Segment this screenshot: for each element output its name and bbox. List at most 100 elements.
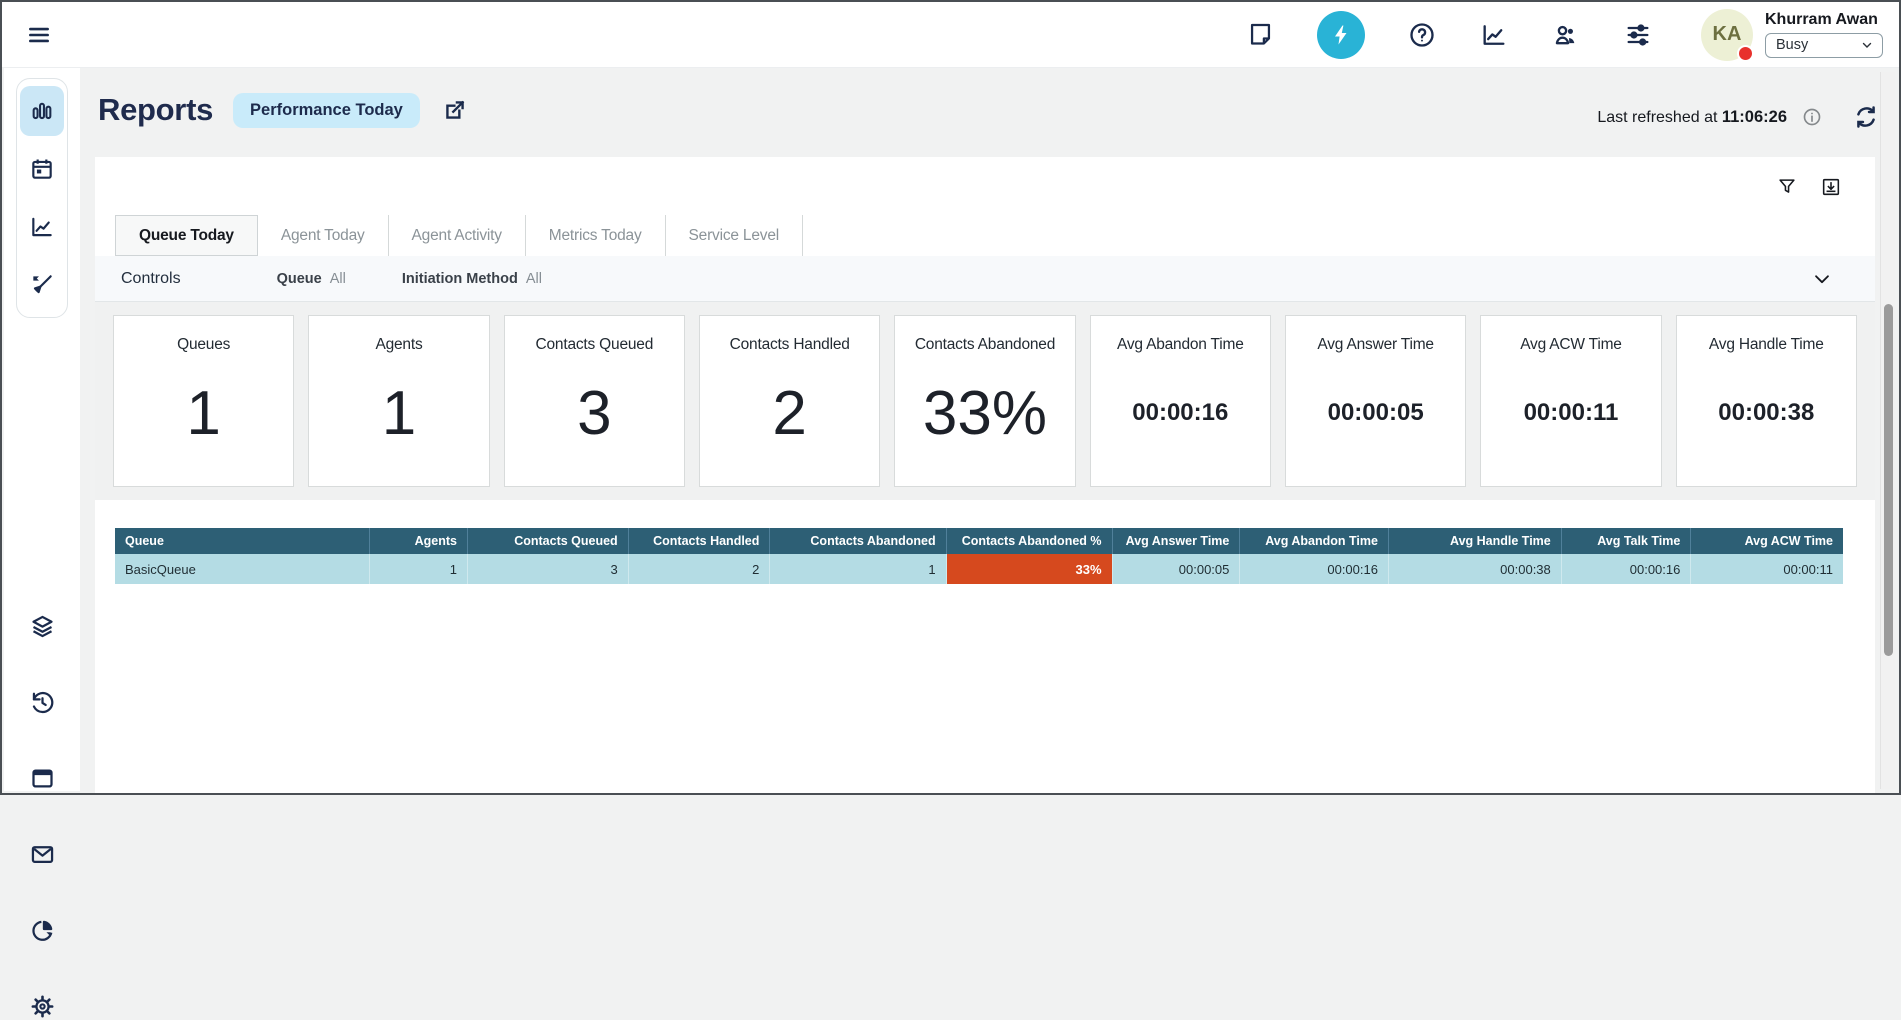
card-value: 00:00:05 bbox=[1328, 354, 1424, 486]
scrollbar-thumb[interactable] bbox=[1884, 304, 1893, 656]
col-contacts-abandoned-pct[interactable]: Contacts Abandoned % bbox=[946, 528, 1112, 554]
summary-cards: Queues 1 Agents 1 Contacts Queued 3 Cont… bbox=[95, 302, 1875, 500]
card-agents[interactable]: Agents 1 bbox=[308, 315, 489, 487]
col-contacts-abandoned[interactable]: Contacts Abandoned bbox=[770, 528, 946, 554]
app-window: { "header": { "user": { "initials": "KA"… bbox=[0, 0, 1901, 795]
avatar-initials: KA bbox=[1713, 23, 1742, 46]
col-contacts-handled[interactable]: Contacts Handled bbox=[628, 528, 770, 554]
card-contacts-handled[interactable]: Contacts Handled 2 bbox=[699, 315, 880, 487]
filter-icon[interactable] bbox=[1775, 175, 1799, 199]
card-contacts-abandoned[interactable]: Contacts Abandoned 33% bbox=[894, 315, 1075, 487]
sidebar-item-schedule[interactable] bbox=[20, 141, 64, 197]
refresh-icon[interactable] bbox=[1851, 102, 1881, 132]
col-avg-handle-time[interactable]: Avg Handle Time bbox=[1388, 528, 1561, 554]
metrics-chart-icon[interactable] bbox=[1479, 20, 1509, 50]
help-icon[interactable] bbox=[1407, 20, 1437, 50]
controls-collapse-chevron-icon[interactable] bbox=[1811, 268, 1833, 290]
panel-toolbar bbox=[95, 157, 1875, 207]
window-icon[interactable] bbox=[28, 764, 56, 792]
status-select-value: Busy bbox=[1776, 37, 1808, 53]
layers-icon[interactable] bbox=[28, 612, 56, 640]
user-name: Khurram Awan bbox=[1765, 11, 1883, 29]
col-queue[interactable]: Queue bbox=[115, 528, 369, 554]
report-tabs: Queue Today Agent Today Agent Activity M… bbox=[115, 215, 1875, 256]
header-actions: KA Khurram Awan Busy bbox=[1245, 9, 1883, 61]
users-icon[interactable] bbox=[1551, 20, 1581, 50]
cell-avg-handle-time: 00:00:38 bbox=[1388, 554, 1561, 584]
card-avg-handle-time[interactable]: Avg Handle Time 00:00:38 bbox=[1676, 315, 1857, 487]
col-avg-abandon-time[interactable]: Avg Abandon Time bbox=[1240, 528, 1389, 554]
brush-icon bbox=[29, 272, 55, 298]
queue-filter-label: Queue bbox=[277, 271, 322, 287]
card-avg-abandon-time[interactable]: Avg Abandon Time 00:00:16 bbox=[1090, 315, 1271, 487]
table-header-row: Queue Agents Contacts Queued Contacts Ha… bbox=[115, 528, 1843, 554]
card-value: 00:00:38 bbox=[1718, 354, 1814, 486]
queue-table: Queue Agents Contacts Queued Contacts Ha… bbox=[115, 528, 1843, 584]
report-panel: Queue Today Agent Today Agent Activity M… bbox=[95, 157, 1875, 793]
tab-queue-today[interactable]: Queue Today bbox=[115, 215, 258, 256]
lightning-icon[interactable] bbox=[1317, 11, 1365, 59]
col-agents[interactable]: Agents bbox=[369, 528, 467, 554]
status-select[interactable]: Busy bbox=[1765, 33, 1883, 58]
initiation-method-filter[interactable]: Initiation Method All bbox=[402, 271, 542, 287]
card-value: 1 bbox=[382, 354, 416, 486]
initiation-method-filter-value: All bbox=[526, 271, 542, 287]
cell-avg-abandon-time: 00:00:16 bbox=[1240, 554, 1389, 584]
col-avg-acw-time[interactable]: Avg ACW Time bbox=[1691, 528, 1843, 554]
status-dot bbox=[1737, 45, 1754, 62]
user-meta: Khurram Awan Busy bbox=[1765, 9, 1883, 58]
card-value: 3 bbox=[577, 354, 611, 486]
sliders-icon[interactable] bbox=[1623, 20, 1653, 50]
card-label: Queues bbox=[177, 336, 230, 354]
queue-filter[interactable]: Queue All bbox=[277, 271, 346, 287]
queue-filter-value: All bbox=[330, 271, 346, 287]
chevron-down-icon bbox=[1860, 38, 1874, 52]
controls-title: Controls bbox=[121, 270, 181, 288]
card-label: Avg ACW Time bbox=[1520, 336, 1622, 354]
card-label: Agents bbox=[375, 336, 422, 354]
gear-icon[interactable] bbox=[28, 992, 56, 1020]
refresh-row: Last refreshed at 11:06:26 bbox=[1597, 102, 1881, 132]
note-icon[interactable] bbox=[1245, 20, 1275, 50]
card-avg-answer-time[interactable]: Avg Answer Time 00:00:05 bbox=[1285, 315, 1466, 487]
cell-agents: 1 bbox=[369, 554, 467, 584]
card-avg-acw-time[interactable]: Avg ACW Time 00:00:11 bbox=[1480, 315, 1661, 487]
sidebar-bottom-group bbox=[4, 318, 80, 1020]
col-contacts-queued[interactable]: Contacts Queued bbox=[468, 528, 629, 554]
info-icon[interactable] bbox=[1801, 106, 1823, 128]
cell-queue: BasicQueue bbox=[115, 554, 369, 584]
initiation-method-filter-label: Initiation Method bbox=[402, 271, 518, 287]
external-link-icon[interactable] bbox=[440, 95, 470, 125]
avatar[interactable]: KA bbox=[1701, 9, 1753, 61]
col-avg-answer-time[interactable]: Avg Answer Time bbox=[1112, 528, 1240, 554]
last-refreshed-text: Last refreshed at 11:06:26 bbox=[1597, 108, 1787, 127]
cell-contacts-handled: 2 bbox=[628, 554, 770, 584]
download-icon[interactable] bbox=[1819, 175, 1843, 199]
hamburger-menu-icon[interactable] bbox=[24, 20, 54, 50]
sidebar-item-reports[interactable] bbox=[20, 86, 64, 136]
scrollbar-track[interactable] bbox=[1880, 72, 1895, 789]
card-queues[interactable]: Queues 1 bbox=[113, 315, 294, 487]
card-value: 00:00:11 bbox=[1524, 354, 1619, 486]
mail-icon[interactable] bbox=[28, 840, 56, 868]
line-chart-icon bbox=[29, 214, 55, 240]
card-value: 00:00:16 bbox=[1132, 354, 1228, 486]
card-contacts-queued[interactable]: Contacts Queued 3 bbox=[504, 315, 685, 487]
card-label: Contacts Handled bbox=[730, 336, 850, 354]
tab-service-level[interactable]: Service Level bbox=[666, 215, 803, 256]
card-label: Avg Abandon Time bbox=[1117, 336, 1244, 354]
report-badge[interactable]: Performance Today bbox=[233, 93, 420, 128]
sidebar-item-design[interactable] bbox=[20, 257, 64, 313]
left-sidebar bbox=[4, 68, 80, 791]
col-avg-talk-time[interactable]: Avg Talk Time bbox=[1561, 528, 1691, 554]
card-label: Contacts Abandoned bbox=[915, 336, 1055, 354]
history-icon[interactable] bbox=[28, 688, 56, 716]
table-row[interactable]: BasicQueue 1 3 2 1 33% 00:00:05 00:00:16… bbox=[115, 554, 1843, 584]
title-row: Reports Performance Today bbox=[98, 92, 470, 128]
sidebar-item-metrics[interactable] bbox=[20, 199, 64, 255]
tab-agent-activity[interactable]: Agent Activity bbox=[389, 215, 526, 256]
tab-agent-today[interactable]: Agent Today bbox=[258, 215, 389, 256]
card-value: 33% bbox=[923, 354, 1047, 486]
tab-metrics-today[interactable]: Metrics Today bbox=[526, 215, 666, 256]
pie-chart-icon[interactable] bbox=[28, 916, 56, 944]
